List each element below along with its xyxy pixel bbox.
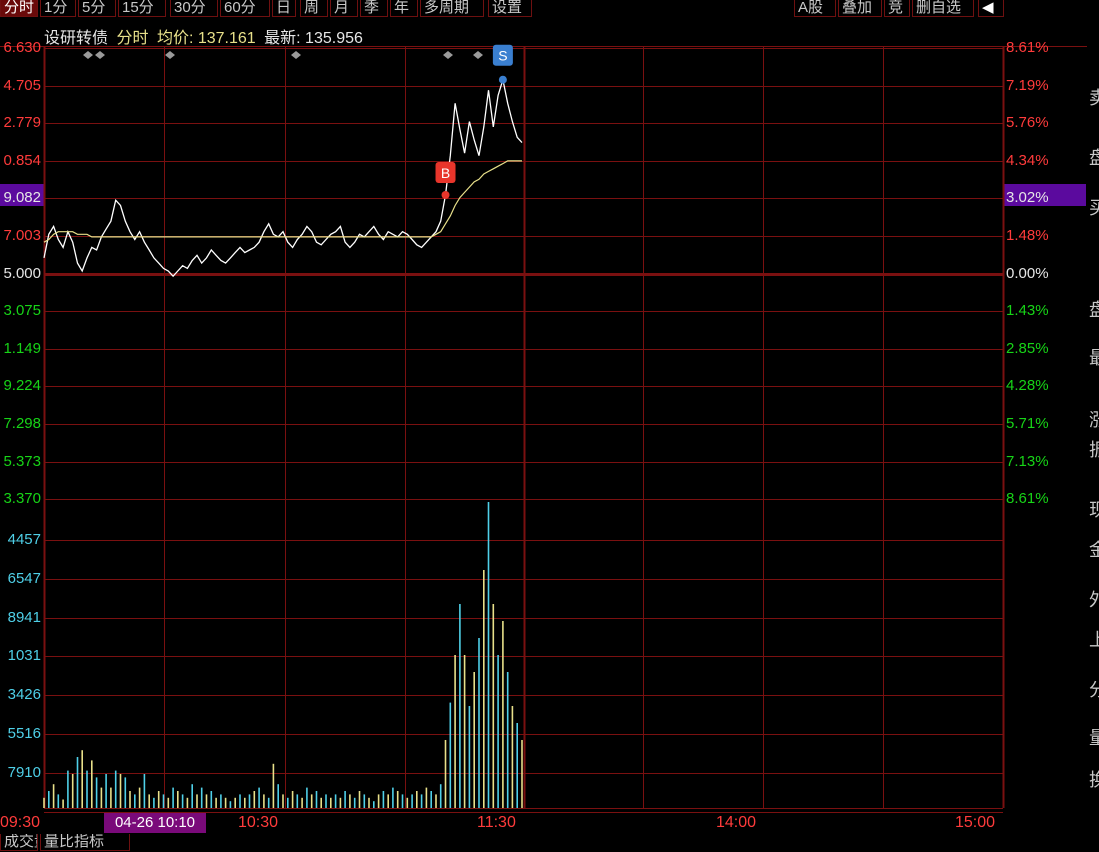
buy-marker-label: B <box>441 165 450 181</box>
right-percent-label: 8.61% <box>1006 39 1049 56</box>
side-panel-char: 盘 <box>1089 300 1099 320</box>
intraday-chart[interactable]: BS <box>0 0 1099 852</box>
side-panel-char: 量 <box>1089 728 1099 748</box>
time-label-0930: 09:30 <box>0 814 41 831</box>
left-price-label: 6.630 <box>3 39 41 56</box>
volume-axis-label: 7910 <box>7 764 41 781</box>
tab-volume-ratio[interactable]: 量比指标 <box>40 834 130 851</box>
volume-axis-label: 1031 <box>7 647 41 664</box>
event-diamond-icon <box>83 51 93 59</box>
crosshair-time-box: 04-26 10:10 <box>104 813 206 833</box>
buy-point <box>441 190 450 199</box>
left-price-label: 7.003 <box>3 227 41 244</box>
side-panel-char: 外 <box>1089 590 1099 610</box>
event-diamond-icon <box>443 51 453 59</box>
volume-axis-label: 4457 <box>7 531 41 548</box>
sell-point <box>498 75 507 84</box>
right-percent-label: 7.13% <box>1006 453 1049 470</box>
side-panel-char: 最 <box>1089 348 1099 368</box>
right-percent-label: 1.43% <box>1006 302 1049 319</box>
volume-axis-label: 5516 <box>7 725 41 742</box>
right-percent-label: 4.28% <box>1006 377 1049 394</box>
volume-axis-label: 6547 <box>7 570 41 587</box>
side-panel-char: 涨 <box>1089 410 1099 430</box>
time-label-1500: 15:00 <box>955 814 996 831</box>
right-percent-label: 5.71% <box>1006 415 1049 432</box>
sell-marker-label: S <box>498 48 507 64</box>
right-percent-label: 7.19% <box>1006 77 1049 94</box>
left-price-label: 4.705 <box>3 77 41 94</box>
left-price-label: 9.224 <box>3 377 41 394</box>
time-label-1400: 14:00 <box>716 814 757 831</box>
right-order-panel: 卖盘买盘最涨振现金外上分量换 <box>1087 0 1099 852</box>
right-percent-label: 5.76% <box>1006 114 1049 131</box>
side-panel-char: 换 <box>1089 770 1099 790</box>
side-panel-char: 现 <box>1089 500 1099 520</box>
right-percent-label: 8.61% <box>1006 490 1049 507</box>
side-panel-char: 金 <box>1089 540 1099 560</box>
side-panel-char: 买 <box>1089 198 1099 218</box>
right-percent-label: 2.85% <box>1006 340 1049 357</box>
right-percent-label: 1.48% <box>1006 227 1049 244</box>
event-diamond-icon <box>473 51 483 59</box>
time-label-1130: 11:30 <box>477 814 516 831</box>
side-panel-char: 盘 <box>1089 148 1099 168</box>
side-panel-char: 分 <box>1089 680 1099 700</box>
time-label-1030: 10:30 <box>238 814 279 831</box>
tab-volume[interactable]: 成交量 <box>0 834 38 851</box>
side-panel-char: 振 <box>1089 440 1099 460</box>
left-price-label: 1.149 <box>3 340 41 357</box>
left-price-label: 0.854 <box>3 152 41 169</box>
event-diamond-icon <box>291 51 301 59</box>
left-price-label: 7.298 <box>3 415 41 432</box>
event-diamond-icon <box>165 51 175 59</box>
right-percent-label: 0.00% <box>1006 265 1049 282</box>
left-price-label: 3.370 <box>3 490 41 507</box>
right-percent-label: 4.34% <box>1006 152 1049 169</box>
side-panel-char: 卖 <box>1089 88 1099 108</box>
volume-axis-label: 8941 <box>7 609 41 626</box>
left-price-label: 5.000 <box>3 265 41 282</box>
right-percent-label: 3.02% <box>1006 189 1049 206</box>
event-diamond-icon <box>95 51 105 59</box>
left-price-label: 3.075 <box>3 302 41 319</box>
left-price-label: 5.373 <box>3 453 41 470</box>
side-panel-char: 上 <box>1089 630 1099 650</box>
left-price-label: 9.082 <box>3 189 41 206</box>
volume-axis-label: 3426 <box>7 686 41 703</box>
left-price-label: 2.779 <box>3 114 41 131</box>
stock-app: 分时 1分 5分 15分 30分 60分 日 周 月 季 年 多周期 设置 A股… <box>0 0 1099 852</box>
